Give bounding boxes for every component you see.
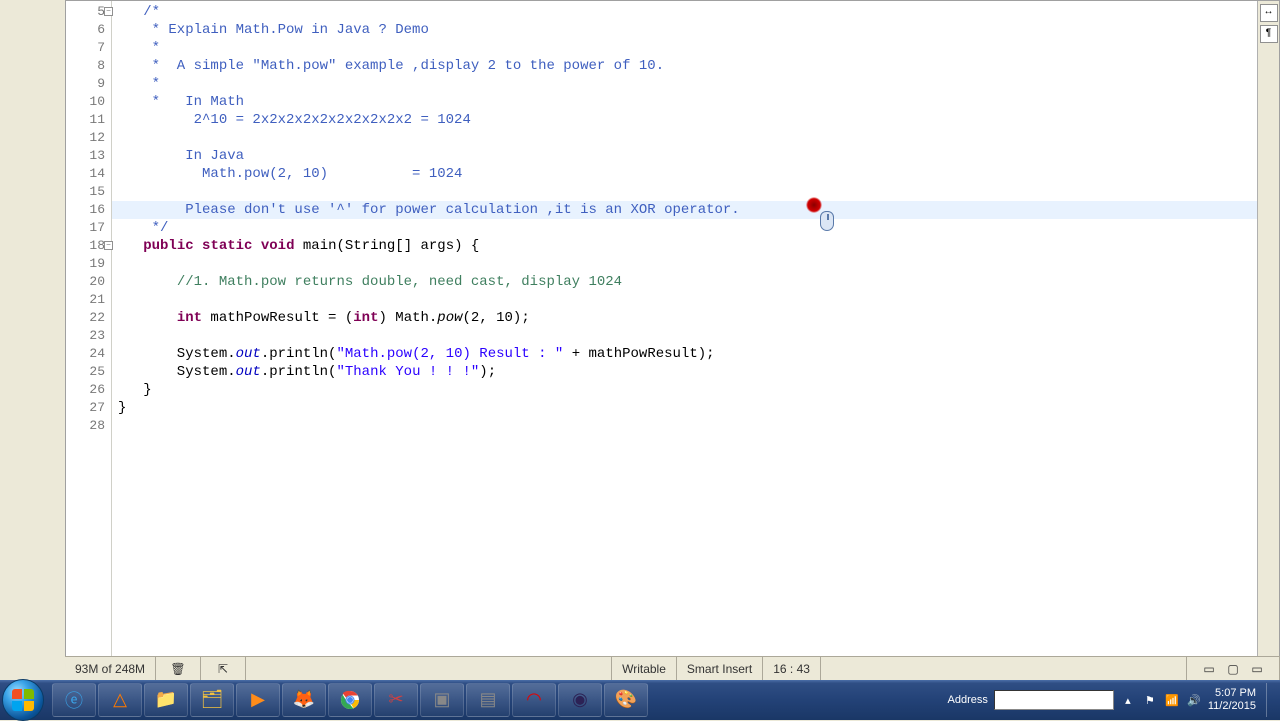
- taskbar-app-vlc[interactable]: △: [98, 683, 142, 717]
- line-number[interactable]: 13: [66, 147, 111, 165]
- line-number[interactable]: 14: [66, 165, 111, 183]
- heap-memory-value: 93M of 248M: [75, 662, 145, 676]
- code-line[interactable]: [112, 129, 1279, 147]
- taskbar-app-explorer[interactable]: 📁: [144, 683, 188, 717]
- taskbar-app-airtel[interactable]: ◠: [512, 683, 556, 717]
- code-line[interactable]: [112, 417, 1279, 435]
- line-number[interactable]: 21: [66, 291, 111, 309]
- maximize-icon: ▢: [1224, 660, 1242, 678]
- taskbar-app-paint[interactable]: 🎨: [604, 683, 648, 717]
- code-line[interactable]: }: [112, 399, 1279, 417]
- line-number[interactable]: 28: [66, 417, 111, 435]
- line-number[interactable]: 24: [66, 345, 111, 363]
- code-line[interactable]: //1. Math.pow returns double, need cast,…: [112, 273, 1279, 291]
- line-number[interactable]: 20: [66, 273, 111, 291]
- clock-date: 11/2/2015: [1208, 700, 1256, 713]
- line-number[interactable]: 19: [66, 255, 111, 273]
- code-line[interactable]: */: [112, 219, 1279, 237]
- code-line[interactable]: /*: [112, 3, 1279, 21]
- code-line[interactable]: [112, 255, 1279, 273]
- address-input[interactable]: [994, 690, 1114, 710]
- line-number[interactable]: 18−: [66, 237, 111, 255]
- start-button[interactable]: [2, 679, 44, 721]
- code-line[interactable]: * A simple "Math.pow" example ,display 2…: [112, 57, 1279, 75]
- taskbar-app-generic1[interactable]: ▣: [420, 683, 464, 717]
- status-bar: 93M of 248M 🗑 ⇱ Writable Smart Insert 16…: [65, 656, 1280, 680]
- line-number[interactable]: 16: [66, 201, 111, 219]
- cursor-position[interactable]: 16 : 43: [763, 657, 821, 680]
- code-line[interactable]: * Explain Math.Pow in Java ? Demo: [112, 21, 1279, 39]
- taskbar-app-libraries[interactable]: 🗂: [190, 683, 234, 717]
- line-number-gutter[interactable]: 5−6789101112131415161718−192021222324252…: [66, 1, 112, 662]
- heap-memory-status[interactable]: 93M of 248M: [65, 657, 156, 680]
- code-line[interactable]: [112, 291, 1279, 309]
- taskbar-app-snip[interactable]: ✂: [374, 683, 418, 717]
- tray-network-icon[interactable]: 📶: [1164, 694, 1180, 707]
- code-line[interactable]: System.out.println("Thank You ! ! !");: [112, 363, 1279, 381]
- tray-volume-icon[interactable]: 🔊: [1186, 694, 1202, 707]
- taskbar-app-ie[interactable]: ⓔ: [52, 683, 96, 717]
- line-number[interactable]: 27: [66, 399, 111, 417]
- clock-time: 5:07 PM: [1208, 687, 1256, 700]
- line-number[interactable]: 6: [66, 21, 111, 39]
- minimize-icon: ▭: [1248, 660, 1266, 678]
- taskbar-app-generic2[interactable]: ▤: [466, 683, 510, 717]
- line-number[interactable]: 8: [66, 57, 111, 75]
- taskbar-app-wmp[interactable]: ▶: [236, 683, 280, 717]
- code-line[interactable]: *: [112, 75, 1279, 93]
- file-mode[interactable]: Writable: [612, 657, 677, 680]
- line-number[interactable]: 25: [66, 363, 111, 381]
- code-line[interactable]: *: [112, 39, 1279, 57]
- tray-show-hidden-icon[interactable]: ▴: [1120, 694, 1136, 707]
- trash-icon: 🗑: [169, 660, 187, 678]
- source-code[interactable]: /* * Explain Math.Pow in Java ? Demo * *…: [112, 1, 1279, 662]
- taskbar-app-firefox[interactable]: 🦊: [282, 683, 326, 717]
- toggle-word-wrap-icon[interactable]: ↔: [1260, 4, 1278, 22]
- pin-icon: ⇱: [214, 660, 232, 678]
- line-number[interactable]: 22: [66, 309, 111, 327]
- code-line[interactable]: * In Math: [112, 93, 1279, 111]
- windows-taskbar[interactable]: ⓔ △ 📁 🗂 ▶ 🦊 ✂ ▣ ▤ ◠ ◉ 🎨 Address ▴ ⚑ 📶 🔊 …: [0, 680, 1280, 720]
- line-number[interactable]: 11: [66, 111, 111, 129]
- show-desktop-button[interactable]: [1266, 683, 1274, 717]
- editor-right-toolbar: ↔ ¶: [1257, 1, 1279, 662]
- status-spacer: [246, 657, 612, 680]
- show-whitespace-icon[interactable]: ¶: [1260, 25, 1278, 43]
- status-misc-button[interactable]: ⇱: [201, 657, 246, 680]
- code-line[interactable]: int mathPowResult = (int) Math.pow(2, 10…: [112, 309, 1279, 327]
- code-line[interactable]: Math.pow(2, 10) = 1024: [112, 165, 1279, 183]
- code-line[interactable]: Please don't use '^' for power calculati…: [112, 201, 1279, 219]
- status-spacer-2: [821, 657, 1187, 680]
- line-number[interactable]: 5−: [66, 3, 111, 21]
- code-line[interactable]: System.out.println("Math.pow(2, 10) Resu…: [112, 345, 1279, 363]
- code-line[interactable]: [112, 183, 1279, 201]
- status-trim-icons[interactable]: ▭ ▢ ▭: [1187, 657, 1280, 680]
- code-area: 5−6789101112131415161718−192021222324252…: [66, 1, 1279, 662]
- taskbar-app-chrome[interactable]: [328, 683, 372, 717]
- tray-action-center-icon[interactable]: ⚑: [1142, 694, 1158, 707]
- restore-icon: ▭: [1200, 660, 1218, 678]
- line-number[interactable]: 17: [66, 219, 111, 237]
- code-line[interactable]: [112, 327, 1279, 345]
- code-line[interactable]: In Java: [112, 147, 1279, 165]
- taskbar-clock[interactable]: 5:07 PM 11/2/2015: [1208, 687, 1256, 713]
- insert-mode[interactable]: Smart Insert: [677, 657, 763, 680]
- line-number[interactable]: 10: [66, 93, 111, 111]
- code-line[interactable]: public static void main(String[] args) {: [112, 237, 1279, 255]
- line-number[interactable]: 7: [66, 39, 111, 57]
- address-label: Address: [948, 694, 988, 706]
- line-number[interactable]: 12: [66, 129, 111, 147]
- editor-frame: 5−6789101112131415161718−192021222324252…: [65, 0, 1280, 680]
- system-tray[interactable]: Address ▴ ⚑ 📶 🔊 5:07 PM 11/2/2015: [942, 680, 1280, 720]
- code-line[interactable]: }: [112, 381, 1279, 399]
- taskbar-pinned-apps: ⓔ △ 📁 🗂 ▶ 🦊 ✂ ▣ ▤ ◠ ◉ 🎨: [52, 683, 648, 717]
- line-number[interactable]: 26: [66, 381, 111, 399]
- line-number[interactable]: 9: [66, 75, 111, 93]
- line-number[interactable]: 15: [66, 183, 111, 201]
- line-number[interactable]: 23: [66, 327, 111, 345]
- gc-button[interactable]: 🗑: [156, 657, 201, 680]
- taskbar-app-eclipse[interactable]: ◉: [558, 683, 602, 717]
- code-line[interactable]: 2^10 = 2x2x2x2x2x2x2x2x2x2 = 1024: [112, 111, 1279, 129]
